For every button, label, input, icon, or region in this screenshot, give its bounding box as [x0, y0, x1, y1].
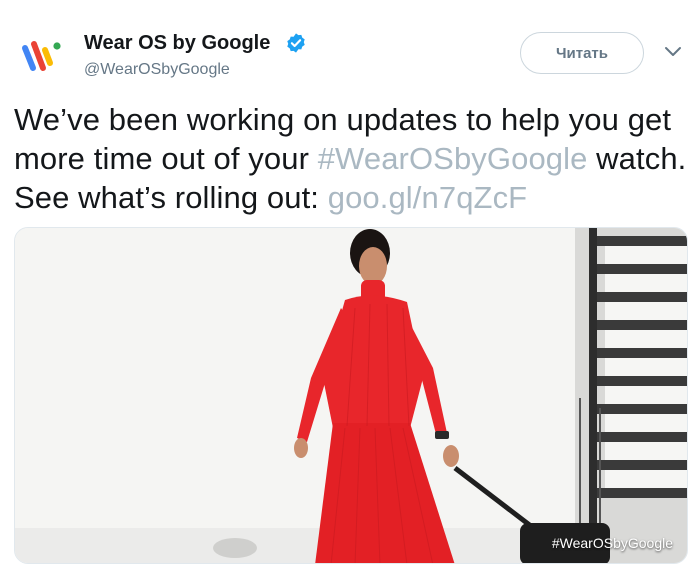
avatar[interactable]: [16, 30, 68, 82]
media-hashtag-overlay: #WearOSbyGoogle: [551, 535, 673, 551]
woman-in-red-dress-photo: [15, 228, 687, 563]
tweet-text: We’ve been working on updates to help yo…: [14, 100, 689, 217]
author-handle[interactable]: @WearOSbyGoogle: [84, 60, 230, 80]
url-link[interactable]: goo.gl/n7qZcF: [328, 180, 527, 215]
staircase-structure: [575, 228, 687, 563]
author-name[interactable]: Wear OS by Google: [84, 31, 270, 55]
follow-button[interactable]: Читать: [520, 32, 644, 74]
wear-os-logo-icon: [22, 41, 61, 71]
tweet-media-photo[interactable]: #WearOSbyGoogle: [14, 227, 688, 564]
hashtag-link[interactable]: #WearOSbyGoogle: [318, 141, 588, 176]
verified-badge-icon: [287, 33, 305, 53]
chevron-down-icon[interactable]: [664, 46, 682, 58]
